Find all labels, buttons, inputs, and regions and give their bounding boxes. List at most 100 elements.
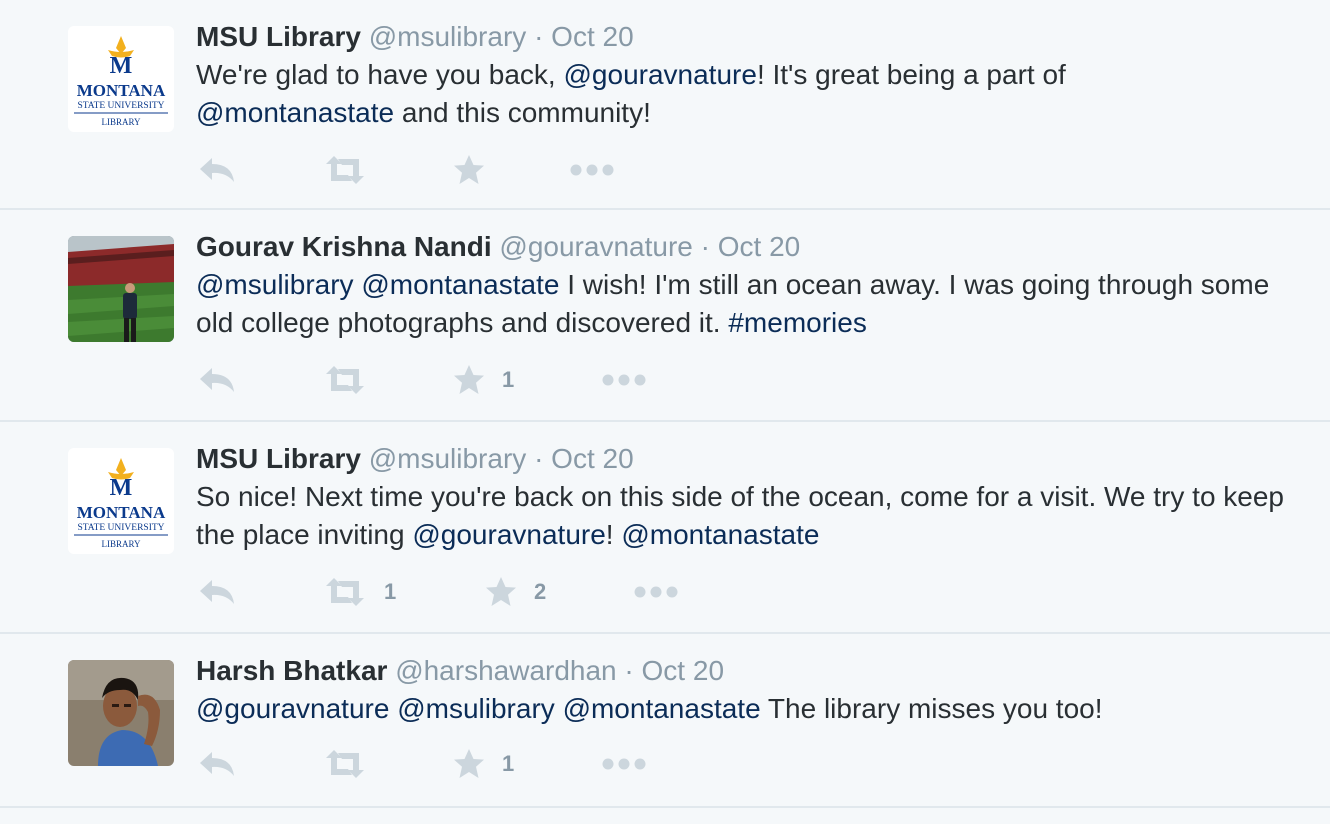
msu-library-logo-icon: M MONTANA STATE UNIVERSITY LIBRARY [68,448,174,554]
msu-library-logo-icon: M MONTANA STATE UNIVERSITY LIBRARY [68,26,174,132]
reply-button[interactable] [198,360,238,400]
avatar[interactable]: M MONTANA STATE UNIVERSITY LIBRARY [68,26,174,132]
reply-button[interactable] [198,150,238,190]
tweet-actions: 1 [196,744,1310,784]
text-segment [555,693,563,724]
tweet-text: @msulibrary @montanastate I wish! I'm st… [196,266,1310,342]
svg-text:M: M [110,53,133,79]
favorite-button[interactable]: 2 [484,572,546,612]
separator: · [624,655,634,686]
star-icon [486,577,516,606]
more-icon [602,758,646,770]
more-icon [570,164,614,176]
stadium-photo-icon [68,236,174,342]
tweet-text: @gouravnature @msulibrary @montanastate … [196,690,1310,728]
retweet-icon [326,366,364,394]
more-button[interactable] [634,572,678,612]
more-icon [602,374,646,386]
display-name[interactable]: Harsh Bhatkar [196,655,387,686]
svg-text:MONTANA: MONTANA [77,503,166,522]
more-button[interactable] [602,744,646,784]
separator: · [700,231,710,262]
star-icon [454,749,484,778]
reply-button[interactable] [198,744,238,784]
display-name[interactable]: MSU Library [196,21,361,52]
username[interactable]: @msulibrary [369,443,527,474]
reply-icon [200,752,234,776]
mention-link[interactable]: @msulibrary [196,269,354,300]
text-segment: and this community! [394,97,651,128]
reply-icon [200,158,234,182]
username[interactable]: @msulibrary [369,21,527,52]
svg-text:STATE UNIVERSITY: STATE UNIVERSITY [77,523,164,533]
mention-link[interactable]: @montanastate [196,97,394,128]
more-icon [634,586,678,598]
text-segment: We're glad to have you back, [196,59,564,90]
display-name[interactable]: Gourav Krishna Nandi [196,231,492,262]
tweet-header: Gourav Krishna Nandi @gouravnature · Oct… [196,228,1310,266]
favorite-button[interactable] [452,150,502,190]
tweet-text: We're glad to have you back, @gouravnatu… [196,56,1310,132]
retweet-icon [326,578,364,606]
hashtag-link[interactable]: #memories [728,307,866,338]
favorite-count: 1 [502,751,515,776]
mention-link[interactable]: @gouravnature [412,519,605,550]
mention-link[interactable]: @montanastate [621,519,819,550]
mention-link[interactable]: @msulibrary [397,693,555,724]
more-button[interactable] [570,150,614,190]
avatar[interactable] [68,660,174,766]
separator: · [534,443,544,474]
tweet[interactable]: Harsh Bhatkar @harshawardhan · Oct 20 @g… [0,634,1330,808]
retweet-button[interactable]: 1 [322,572,396,612]
timestamp[interactable]: Oct 20 [551,21,633,52]
retweet-button[interactable] [322,360,384,400]
avatar[interactable] [68,236,174,342]
mention-link[interactable]: @gouravnature [196,693,389,724]
tweet-actions: 1 2 [196,572,1310,612]
retweet-icon [326,750,364,778]
text-segment: ! [605,519,622,550]
text-segment: ! It's great being a part of [756,59,1066,90]
svg-text:MONTANA: MONTANA [77,81,166,100]
username[interactable]: @harshawardhan [395,655,616,686]
more-button[interactable] [602,360,646,400]
svg-text:LIBRARY: LIBRARY [101,117,141,127]
mention-link[interactable]: @montanastate [563,693,761,724]
timestamp[interactable]: Oct 20 [718,231,800,262]
retweet-icon [326,156,364,184]
text-segment: The library misses you too! [760,693,1103,724]
svg-text:LIBRARY: LIBRARY [101,539,141,549]
tweet[interactable]: Gourav Krishna Nandi @gouravnature · Oct… [0,210,1330,422]
retweet-button[interactable] [322,150,384,190]
favorite-count: 1 [502,367,515,392]
tweet-header: MSU Library @msulibrary · Oct 20 [196,440,1310,478]
reply-button[interactable] [198,572,238,612]
tweet[interactable]: M MONTANA STATE UNIVERSITY LIBRARY MSU L… [0,0,1330,210]
reply-icon [200,580,234,604]
favorite-button[interactable]: 1 [452,360,514,400]
mention-link[interactable]: @gouravnature [564,59,757,90]
reply-icon [200,368,234,392]
favorite-count: 2 [534,579,547,604]
username[interactable]: @gouravnature [499,231,692,262]
star-icon [454,155,484,184]
tweet-header: Harsh Bhatkar @harshawardhan · Oct 20 [196,652,1310,690]
favorite-button[interactable]: 1 [452,744,514,784]
svg-text:STATE UNIVERSITY: STATE UNIVERSITY [77,101,164,111]
tweet-text: So nice! Next time you're back on this s… [196,478,1310,554]
tweet-header: MSU Library @msulibrary · Oct 20 [196,18,1310,56]
display-name[interactable]: MSU Library [196,443,361,474]
retweet-button[interactable] [322,744,384,784]
avatar[interactable]: M MONTANA STATE UNIVERSITY LIBRARY [68,448,174,554]
person-photo-icon [68,660,174,766]
separator: · [534,21,544,52]
tweet-actions [196,150,1310,190]
timestamp[interactable]: Oct 20 [551,443,633,474]
tweet[interactable]: M MONTANA STATE UNIVERSITY LIBRARY MSU L… [0,422,1330,634]
svg-text:M: M [110,475,133,501]
tweet-actions: 1 [196,360,1310,400]
timestamp[interactable]: Oct 20 [642,655,724,686]
retweet-count: 1 [384,579,397,604]
star-icon [454,365,484,394]
mention-link[interactable]: @montanastate [361,269,559,300]
